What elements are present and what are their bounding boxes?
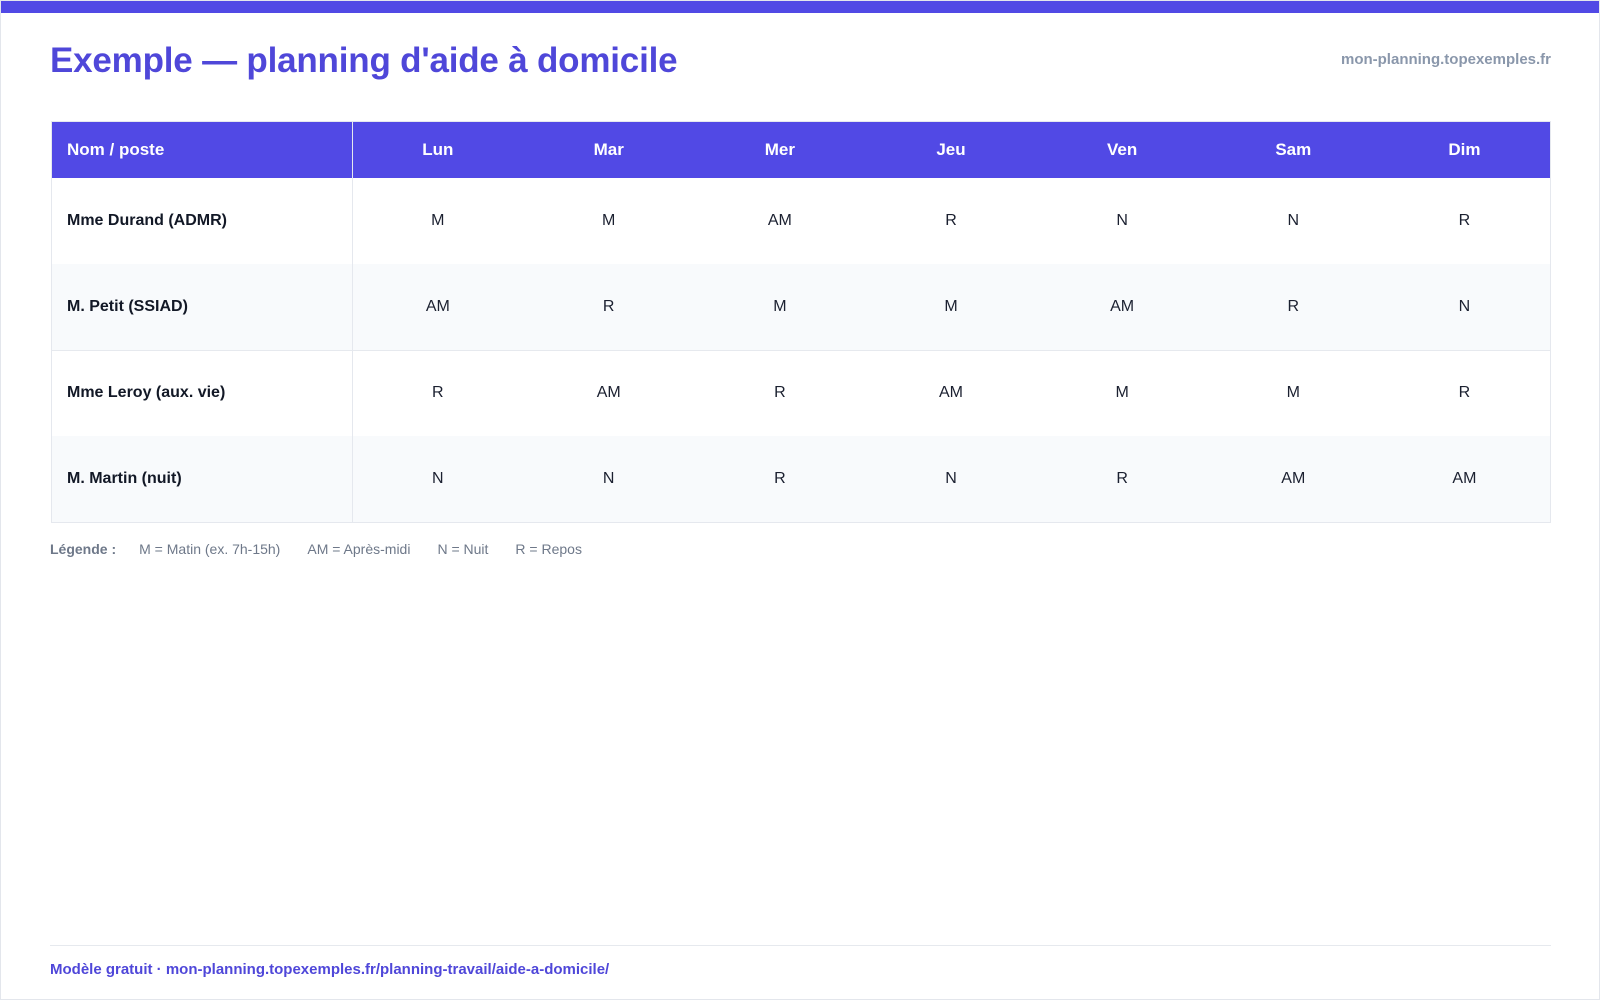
legend-item-rest: R = Repos <box>515 541 582 557</box>
shift-cell: AM <box>523 349 695 436</box>
table-row: M. Petit (SSIAD) AM R M M AM R N <box>52 264 1550 350</box>
shift-cell: M <box>431 212 445 229</box>
column-header-day: Mer <box>764 140 795 159</box>
employee-name: M. Petit (SSIAD) <box>52 264 353 350</box>
shift-cell: AM <box>425 297 450 315</box>
legend-item-afternoon: AM = Après-midi <box>307 541 411 557</box>
schedule-table-wrapper: Nom / poste Lun Mar Mer Jeu Ven Sam Dim … <box>51 121 1551 523</box>
column-header-day: Ven <box>1107 140 1138 159</box>
shift-cell: N <box>1458 297 1471 315</box>
shift-cell: R <box>352 349 524 436</box>
shift-cell: M <box>1207 349 1379 436</box>
shift-cell: M <box>773 297 787 315</box>
employee-name: M. Martin (nuit) <box>52 436 353 522</box>
page-header: Exemple — planning d'aide à domicile mon… <box>50 39 1551 89</box>
shift-cell: N <box>602 470 615 487</box>
shift-cell: R <box>1287 297 1300 315</box>
shift-cell: AM <box>865 349 1037 436</box>
shift-cell: M <box>602 212 616 229</box>
shift-cell: R <box>774 470 786 487</box>
page-title: Exemple — planning d'aide à domicile <box>50 41 678 80</box>
shift-cell: R <box>694 349 866 436</box>
site-url: mon-planning.topexemples.fr <box>1340 51 1551 68</box>
legend-item-morning: M = Matin (ex. 7h-15h) <box>139 541 281 557</box>
table-row: Mme Leroy (aux. vie) R AM R AM M M R <box>52 349 1550 436</box>
shift-cell: R <box>1116 470 1128 487</box>
shift-cell: N <box>1287 212 1300 229</box>
table-row: M. Martin (nuit) N N R N R AM AM <box>52 436 1550 522</box>
shift-cell: AM <box>767 212 792 229</box>
shift-cell: M <box>944 297 958 315</box>
shift-cell: R <box>1378 349 1550 436</box>
legend-title: Légende : <box>50 541 117 557</box>
column-header-day: Jeu <box>936 140 966 159</box>
shift-cell: R <box>602 297 615 315</box>
shift-cell: R <box>945 212 957 229</box>
employee-name: Mme Leroy (aux. vie) <box>52 349 353 436</box>
shift-cell: R <box>1458 212 1471 229</box>
shift-cell: AM <box>1110 297 1135 315</box>
column-header-name: Nom / poste <box>52 122 353 178</box>
employee-name: Mme Durand (ADMR) <box>52 178 353 264</box>
column-header-day: Mar <box>593 140 624 159</box>
shift-cell: AM <box>1281 470 1306 487</box>
shift-cell: M <box>1036 349 1208 436</box>
legend: Légende : M = Matin (ex. 7h-15h) AM = Ap… <box>50 541 609 557</box>
footer-divider <box>50 945 1551 946</box>
shift-cell: N <box>1116 212 1128 229</box>
column-header-day: Dim <box>1448 140 1481 159</box>
shift-cell: N <box>432 470 444 487</box>
top-accent-bar <box>1 1 1599 13</box>
column-header-day: Lun <box>422 140 454 159</box>
shift-cell: AM <box>1452 470 1477 487</box>
planning-page: Exemple — planning d'aide à domicile mon… <box>0 0 1600 1000</box>
legend-item-night: N = Nuit <box>437 541 489 557</box>
schedule-table: Nom / poste Lun Mar Mer Jeu Ven Sam Dim … <box>52 122 1550 522</box>
table-header-row: Nom / poste Lun Mar Mer Jeu Ven Sam Dim <box>52 122 1550 178</box>
table-row: Mme Durand (ADMR) M M AM R N N R <box>52 178 1550 264</box>
shift-cell: N <box>945 470 957 487</box>
footer-link[interactable]: Modèle gratuit · mon-planning.topexemple… <box>50 961 609 978</box>
column-header-day: Sam <box>1275 140 1312 159</box>
